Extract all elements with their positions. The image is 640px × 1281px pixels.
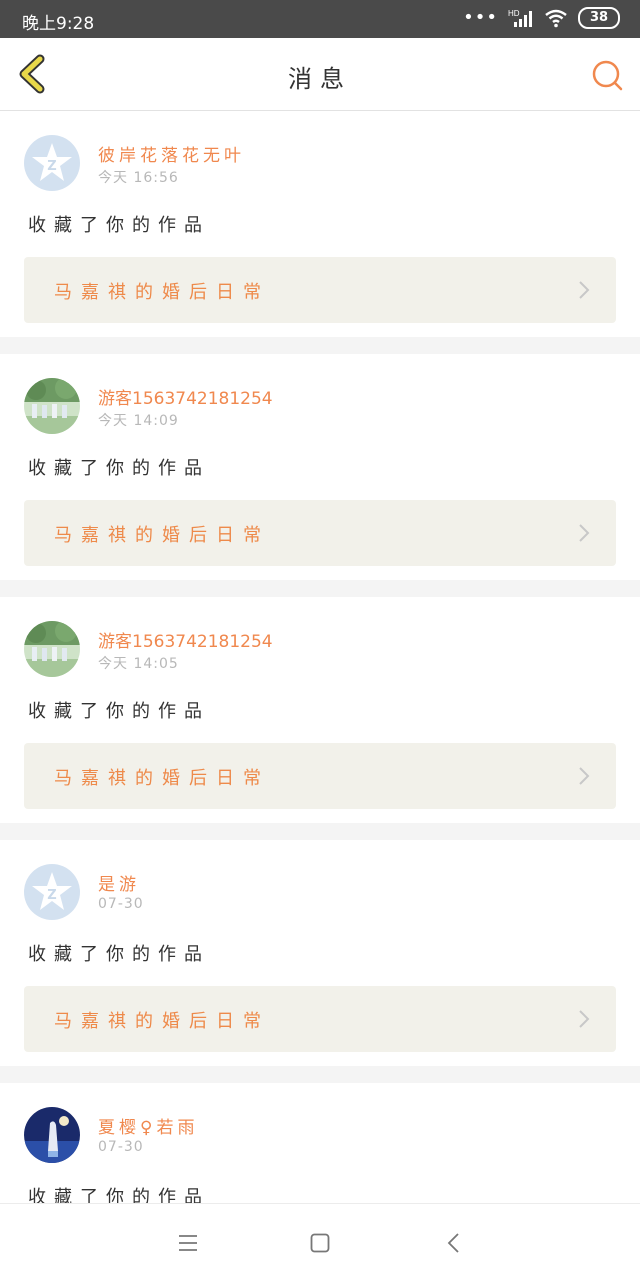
work-link[interactable]: 马嘉祺的婚后日常 (24, 743, 616, 809)
battery-icon: 38 (578, 7, 620, 29)
svg-text:HD: HD (508, 9, 520, 18)
work-title: 马嘉祺的婚后日常 (54, 768, 270, 789)
message-card[interactable]: 游客1563742181254 今天 14:05 收藏了你的作品 马嘉祺的婚后日… (0, 597, 640, 823)
avatar[interactable]: Z (24, 864, 80, 920)
chevron-right-icon (579, 281, 590, 299)
work-title: 马嘉祺的婚后日常 (54, 282, 270, 303)
work-link[interactable]: 马嘉祺的婚后日常 (24, 500, 616, 566)
avatar[interactable] (24, 1107, 80, 1163)
username[interactable]: 是游 (98, 870, 140, 895)
username[interactable]: 游客1563742181254 (98, 627, 273, 652)
chevron-right-icon (579, 1010, 590, 1028)
group-photo-icon (24, 378, 80, 434)
menu-icon[interactable] (176, 1231, 200, 1255)
star-avatar-icon: Z (32, 143, 72, 181)
system-nav-bar (0, 1203, 640, 1281)
chevron-right-icon (579, 767, 590, 785)
svg-text:Z: Z (47, 159, 56, 174)
message-card[interactable]: 夏樱♀若雨 07-30 收藏了你的作品 (0, 1083, 640, 1208)
more-dots-icon: ••• (463, 7, 498, 28)
message-card[interactable]: Z 是游 07-30 收藏了你的作品 马嘉祺的婚后日常 (0, 840, 640, 1066)
status-bar: 晚上9:28 ••• HD 38 (0, 0, 640, 38)
message-time: 今天 16:56 (98, 170, 179, 186)
message-time: 07-30 (98, 896, 144, 912)
avatar[interactable] (24, 378, 80, 434)
avatar[interactable]: Z (24, 135, 80, 191)
star-avatar-icon: Z (32, 872, 72, 910)
action-text: 收藏了你的作品 (28, 215, 210, 236)
home-square-icon[interactable] (308, 1231, 332, 1255)
page-title: 消息 (288, 65, 352, 93)
username[interactable]: 彼岸花落花无叶 (98, 141, 245, 166)
night-photo-icon (24, 1107, 80, 1163)
avatar[interactable] (24, 621, 80, 677)
work-link[interactable]: 马嘉祺的婚后日常 (24, 986, 616, 1052)
message-card[interactable]: 游客1563742181254 今天 14:09 收藏了你的作品 马嘉祺的婚后日… (0, 354, 640, 580)
action-text: 收藏了你的作品 (28, 458, 210, 479)
back-triangle-icon[interactable] (442, 1231, 466, 1255)
wifi-icon (545, 9, 567, 28)
message-time: 07-30 (98, 1139, 144, 1155)
message-card[interactable]: Z 彼岸花落花无叶 今天 16:56 收藏了你的作品 马嘉祺的婚后日常 (0, 111, 640, 337)
group-photo-icon (24, 621, 80, 677)
top-bar: 消息 (0, 38, 640, 111)
status-time: 晚上9:28 (22, 14, 95, 34)
work-title: 马嘉祺的婚后日常 (54, 1011, 270, 1032)
search-icon[interactable] (590, 58, 624, 92)
action-text: 收藏了你的作品 (28, 944, 210, 965)
message-time: 今天 14:05 (98, 656, 179, 672)
cell-signal-icon: HD (508, 9, 532, 27)
username[interactable]: 游客1563742181254 (98, 384, 273, 409)
action-text: 收藏了你的作品 (28, 701, 210, 722)
username[interactable]: 夏樱♀若雨 (98, 1113, 198, 1138)
work-title: 马嘉祺的婚后日常 (54, 525, 270, 546)
svg-text:Z: Z (47, 888, 56, 903)
work-link[interactable]: 马嘉祺的婚后日常 (24, 257, 616, 323)
message-time: 今天 14:09 (98, 413, 179, 429)
chevron-right-icon (579, 524, 590, 542)
